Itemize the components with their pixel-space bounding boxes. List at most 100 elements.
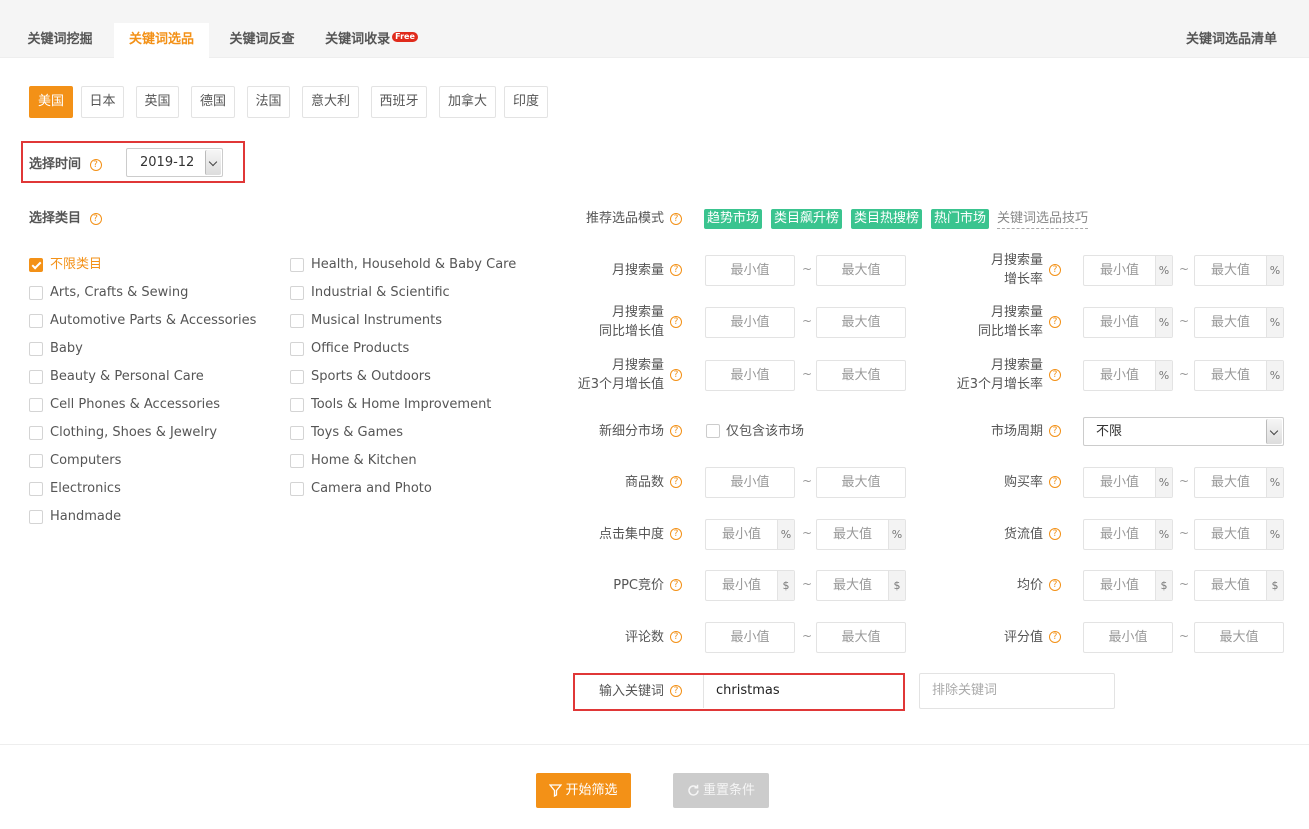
checkbox[interactable] (29, 314, 43, 328)
help-icon[interactable]: ? (1049, 631, 1061, 643)
yoy-rate-min[interactable]: 最小值% (1083, 307, 1173, 338)
help-icon[interactable]: ? (1049, 316, 1061, 328)
checkbox[interactable] (29, 258, 43, 272)
country-it[interactable]: 意大利 (302, 86, 359, 118)
help-icon[interactable]: ? (670, 685, 682, 697)
help-icon[interactable]: ? (670, 476, 682, 488)
help-icon[interactable]: ? (89, 158, 102, 171)
checkbox[interactable] (290, 286, 304, 300)
range-separator: ~ (802, 577, 813, 591)
help-icon[interactable]: ? (670, 579, 682, 591)
country-fr[interactable]: 法国 (247, 86, 290, 118)
country-de[interactable]: 德国 (191, 86, 235, 118)
help-icon[interactable]: ? (1049, 369, 1061, 381)
mode-tag-rising[interactable]: 类目飙升榜 (771, 209, 843, 229)
checkbox[interactable] (29, 398, 43, 412)
help-icon[interactable]: ? (670, 631, 682, 643)
click-conc-min[interactable]: 最小值% (705, 519, 795, 550)
country-us[interactable]: 美国 (29, 86, 73, 118)
help-icon[interactable]: ? (1049, 425, 1061, 437)
monthly-search-max[interactable]: 最大值 (816, 255, 906, 286)
buy-rate-min[interactable]: 最小值% (1083, 467, 1173, 498)
checkbox[interactable] (29, 286, 43, 300)
help-icon[interactable]: ? (670, 316, 682, 328)
ppc-min[interactable]: 最小值 $ (705, 570, 795, 601)
help-icon[interactable]: ? (670, 264, 682, 276)
click-conc-max[interactable]: 最大值% (816, 519, 906, 550)
mode-tag-trend[interactable]: 趋势市场 (704, 209, 763, 229)
checkbox[interactable] (290, 314, 304, 328)
keyword-input[interactable]: christmas (704, 674, 902, 708)
checkbox[interactable] (290, 482, 304, 496)
checkbox[interactable] (29, 426, 43, 440)
mode-tag-hot-search[interactable]: 类目热搜榜 (851, 209, 923, 229)
range-separator: ~ (1179, 367, 1190, 381)
checkbox[interactable] (290, 342, 304, 356)
checkbox[interactable] (290, 454, 304, 468)
help-icon[interactable]: ? (1049, 264, 1061, 276)
yoy-rate-max[interactable]: 最大值% (1194, 307, 1284, 338)
m3-value-max[interactable]: 最大值 (816, 360, 906, 391)
avg-price-max[interactable]: 最大值 $ (1194, 570, 1284, 601)
m3-rate-max[interactable]: 最大值% (1194, 360, 1284, 391)
country-jp[interactable]: 日本 (81, 86, 124, 118)
product-list-link[interactable]: 关键词选品清单 (1186, 23, 1277, 56)
reviews-max[interactable]: 最大值 (816, 622, 906, 653)
exclude-keyword-input[interactable]: 排除关键词 (919, 673, 1115, 709)
rating-min[interactable]: 最小值 (1083, 622, 1173, 653)
tab-keyword-mining[interactable]: 关键词挖掘 (14, 23, 106, 58)
help-icon[interactable]: ? (1049, 528, 1061, 540)
tips-link[interactable]: 关键词选品技巧 (997, 210, 1089, 229)
checkbox[interactable] (290, 258, 304, 272)
tab-keyword-indexing[interactable]: 关键词收录 Free (314, 23, 429, 58)
rating-max[interactable]: 最大值 (1194, 622, 1284, 653)
percent-icon: % (1266, 256, 1283, 285)
monthly-search-min[interactable]: 最小值 (705, 255, 795, 286)
help-icon[interactable]: ? (670, 425, 682, 437)
country-es[interactable]: 西班牙 (371, 86, 427, 118)
help-icon[interactable]: ? (670, 369, 682, 381)
checkbox[interactable] (29, 510, 43, 524)
reset-button[interactable]: 重置条件 (673, 773, 769, 808)
ppc-max[interactable]: 最大值 $ (816, 570, 906, 601)
cycle-select[interactable]: 不限 (1083, 417, 1284, 446)
checkbox[interactable] (29, 342, 43, 356)
tab-keyword-reverse-lookup[interactable]: 关键词反查 (216, 23, 308, 58)
country-in[interactable]: 印度 (504, 86, 548, 118)
new-market-label: 新细分市场 (598, 424, 664, 439)
help-icon[interactable]: ? (1049, 476, 1061, 488)
checkbox[interactable] (290, 398, 304, 412)
avg-price-min[interactable]: 最小值 $ (1083, 570, 1173, 601)
checkbox[interactable] (29, 482, 43, 496)
mode-tag-hot-market[interactable]: 热门市场 (931, 209, 990, 229)
click-conc-label: 点击集中度 (598, 527, 664, 542)
checkbox[interactable] (290, 426, 304, 440)
tab-keyword-product-selection[interactable]: 关键词选品 (114, 23, 209, 58)
monthly-growth-min[interactable]: 最小值% (1083, 255, 1173, 286)
help-icon[interactable]: ? (89, 212, 102, 225)
monthly-search-label: 月搜索量 (611, 263, 664, 278)
start-filter-button[interactable]: 开始筛选 (536, 773, 631, 808)
gmv-max[interactable]: 最大值% (1194, 519, 1284, 550)
country-uk[interactable]: 英国 (136, 86, 179, 118)
products-max[interactable]: 最大值 (816, 467, 906, 498)
products-min[interactable]: 最小值 (705, 467, 795, 498)
footer-divider (0, 744, 1309, 745)
help-icon[interactable]: ? (670, 213, 682, 225)
buy-rate-max[interactable]: 最大值% (1194, 467, 1284, 498)
help-icon[interactable]: ? (1049, 579, 1061, 591)
help-icon[interactable]: ? (670, 528, 682, 540)
m3-rate-min[interactable]: 最小值% (1083, 360, 1173, 391)
yoy-value-min[interactable]: 最小值 (705, 307, 795, 338)
monthly-growth-max[interactable]: 最大值% (1194, 255, 1284, 286)
time-select[interactable]: 2019-12 (126, 148, 223, 177)
checkbox[interactable] (29, 370, 43, 384)
m3-value-min[interactable]: 最小值 (705, 360, 795, 391)
yoy-value-max[interactable]: 最大值 (816, 307, 906, 338)
gmv-min[interactable]: 最小值% (1083, 519, 1173, 550)
new-market-checkbox[interactable] (706, 424, 720, 438)
reviews-min[interactable]: 最小值 (705, 622, 795, 653)
country-ca[interactable]: 加拿大 (439, 86, 496, 118)
checkbox[interactable] (290, 370, 304, 384)
checkbox[interactable] (29, 454, 43, 468)
